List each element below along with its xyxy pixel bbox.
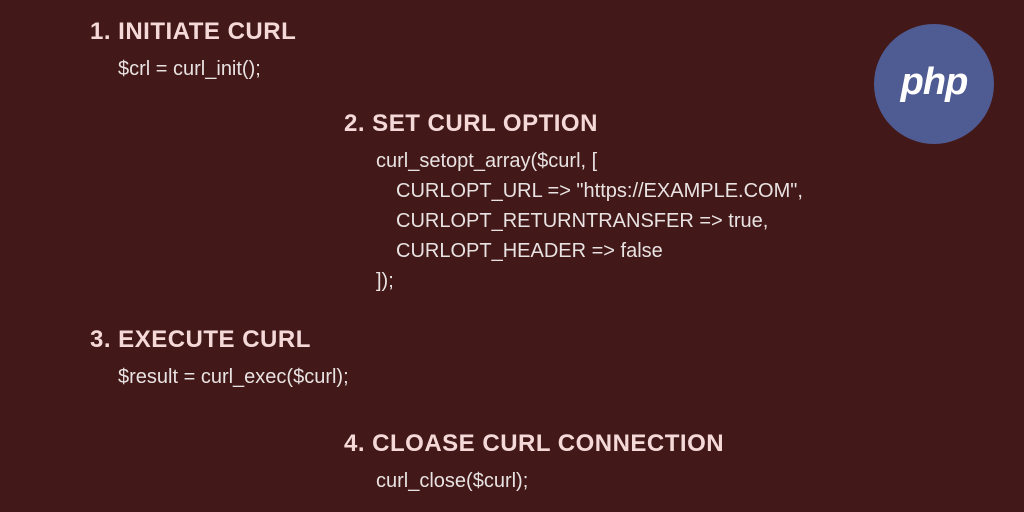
heading-3: 3. EXECUTE CURL bbox=[90, 326, 349, 354]
code-3-line-0: $result = curl_exec($curl); bbox=[90, 362, 349, 392]
code-1-line-0: $crl = curl_init(); bbox=[90, 54, 296, 84]
code-2-line-0: curl_setopt_array($curl, [ bbox=[376, 146, 803, 176]
heading-1: 1. INITIATE CURL bbox=[90, 18, 296, 46]
code-2: curl_setopt_array($curl, [ CURLOPT_URL =… bbox=[344, 146, 803, 296]
section-set-curl-option: 2. SET CURL OPTION curl_setopt_array($cu… bbox=[344, 110, 803, 296]
code-2-line-3: CURLOPT_HEADER => false bbox=[376, 236, 803, 266]
code-2-line-4: ]); bbox=[376, 266, 803, 296]
php-logo: php bbox=[874, 24, 994, 144]
heading-2: 2. SET CURL OPTION bbox=[344, 110, 803, 138]
section-close-curl: 4. CLOASE CURL CONNECTION curl_close($cu… bbox=[344, 430, 724, 496]
section-initiate-curl: 1. INITIATE CURL $crl = curl_init(); bbox=[90, 18, 296, 84]
code-4-line-0: curl_close($curl); bbox=[344, 466, 724, 496]
php-logo-text: php bbox=[901, 61, 968, 104]
heading-4: 4. CLOASE CURL CONNECTION bbox=[344, 430, 724, 458]
code-2-line-1: CURLOPT_URL => "https://EXAMPLE.COM", bbox=[376, 176, 803, 206]
section-execute-curl: 3. EXECUTE CURL $result = curl_exec($cur… bbox=[90, 326, 349, 392]
code-2-line-2: CURLOPT_RETURNTRANSFER => true, bbox=[376, 206, 803, 236]
